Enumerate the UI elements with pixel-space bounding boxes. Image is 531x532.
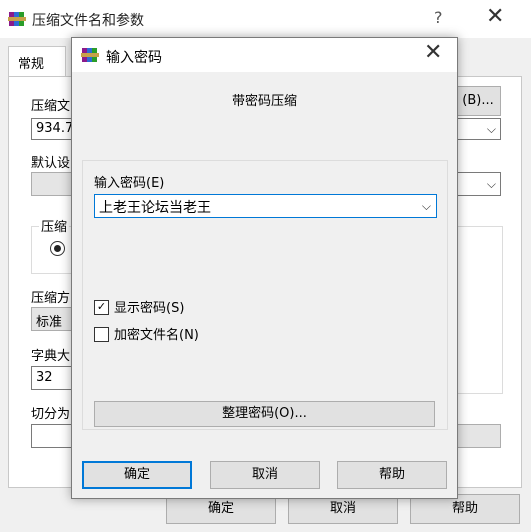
compression-method-label: 压缩方: [31, 291, 71, 306]
split-volume-input[interactable]: [31, 424, 73, 448]
dialog-title: 输入密码: [106, 50, 162, 66]
chevron-down-icon: ⌵: [486, 177, 496, 191]
dialog-heading: 带密码压缩: [231, 94, 297, 109]
show-password-checkbox[interactable]: ✓ 显示密码(S): [94, 297, 184, 316]
dictionary-size-select[interactable]: 32: [31, 366, 73, 390]
archive-name-label: 压缩文: [31, 99, 71, 114]
background-ok-label: 确定: [207, 501, 234, 516]
password-value: 上老王论坛当老王: [99, 200, 211, 216]
archive-name-dropdown[interactable]: ⌵: [457, 118, 501, 140]
background-window-title: 压缩文件名和参数: [32, 13, 144, 29]
format-radio[interactable]: [50, 241, 65, 256]
password-label: 输入密码(E): [94, 176, 165, 191]
dialog-help-button[interactable]: 帮助: [337, 461, 447, 489]
dictionary-size-label: 字典大: [31, 349, 71, 364]
default-profile-select[interactable]: [31, 172, 73, 196]
dialog-cancel-button[interactable]: 取消: [210, 461, 320, 489]
background-help-label: 帮助: [451, 501, 478, 516]
archive-name-input[interactable]: 934.7z: [31, 118, 80, 140]
browse-button-label: (B)...: [462, 93, 494, 108]
winrar-books-icon: [81, 48, 99, 62]
dialog-ok-label: 确定: [123, 467, 150, 482]
chevron-down-icon[interactable]: ⌵: [422, 199, 431, 214]
dialog-help-label: 帮助: [378, 467, 405, 482]
dialog-close-icon[interactable]: ✕: [424, 40, 442, 65]
dialog-ok-button[interactable]: 确定: [82, 461, 192, 489]
dictionary-size-value: 32: [36, 370, 53, 385]
enter-password-dialog: 输入密码 ✕ 带密码压缩 输入密码(E) 上老王论坛当老王 ⌵ ✓ 显示密码(S)…: [71, 37, 458, 499]
encrypt-filenames-label: 加密文件名(N): [114, 328, 199, 343]
help-icon[interactable]: ?: [434, 8, 443, 27]
encrypt-filenames-checkbox[interactable]: 加密文件名(N): [94, 324, 199, 343]
browse-button[interactable]: (B)...: [455, 86, 501, 116]
show-password-label: 显示密码(S): [114, 301, 185, 316]
compression-method-value: 标准: [36, 315, 63, 330]
background-cancel-label: 取消: [329, 501, 356, 516]
chevron-down-icon: ⌵: [486, 122, 496, 136]
compression-method-select[interactable]: 标准: [31, 307, 73, 331]
organize-passwords-button[interactable]: 整理密码(O)...: [94, 401, 435, 427]
checkbox-checked-icon: ✓: [94, 300, 109, 315]
default-profile-label: 默认设: [31, 156, 71, 171]
update-mode-dropdown[interactable]: ⌵: [457, 172, 501, 196]
dialog-cancel-label: 取消: [251, 467, 278, 482]
tab-general[interactable]: 常规: [8, 46, 66, 77]
winrar-books-icon: [8, 12, 26, 26]
organize-passwords-label: 整理密码(O)...: [222, 406, 307, 421]
archive-format-label: 压缩: [39, 216, 70, 235]
set-password-button-partial[interactable]: [457, 424, 501, 448]
checkbox-empty-icon: [94, 327, 109, 342]
background-close-icon[interactable]: ✕: [486, 4, 504, 29]
split-volume-label: 切分为: [31, 407, 71, 422]
tab-general-label: 常规: [18, 57, 45, 72]
password-input[interactable]: 上老王论坛当老王 ⌵: [94, 194, 437, 218]
options-group: [457, 226, 503, 394]
